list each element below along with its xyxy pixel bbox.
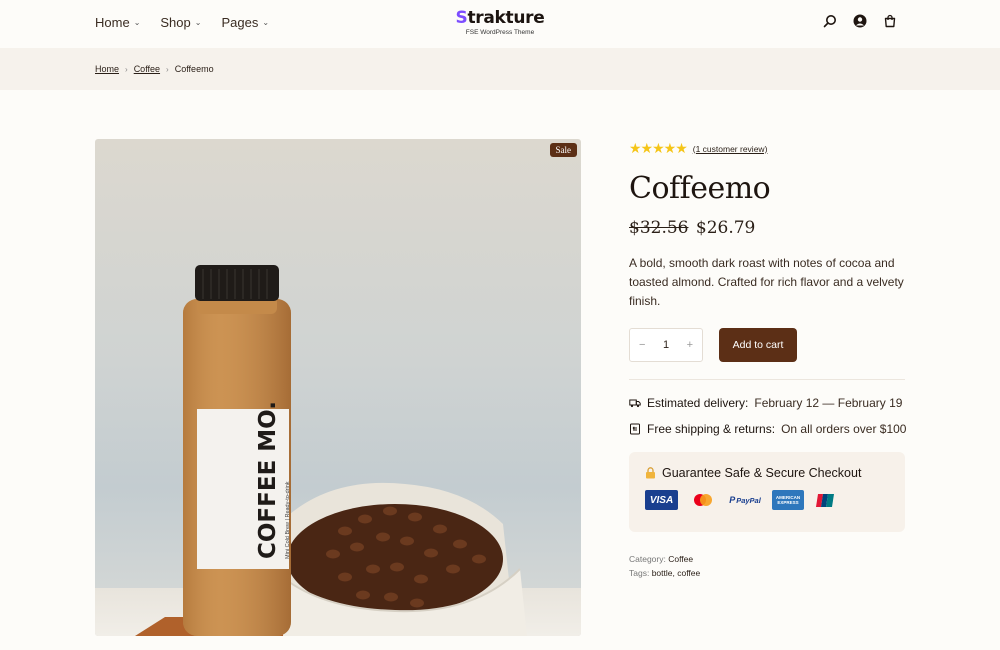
logo-name: trakture <box>467 8 545 28</box>
product-tags: Tags: bottle, coffee <box>629 566 909 580</box>
product-image[interactable]: COFFEE MO. Mini Cold Brew | Ready-to-dri… <box>95 139 581 636</box>
regular-price: $32.56 <box>629 218 689 238</box>
free-shipping: Free shipping & returns: On all orders o… <box>629 422 909 436</box>
breadcrumb-coffee[interactable]: Coffee <box>134 64 160 74</box>
product-description: A bold, smooth dark roast with notes of … <box>629 256 904 308</box>
quantity-stepper: − 1 + <box>629 328 703 362</box>
tags-links[interactable]: bottle, coffee <box>652 568 701 578</box>
paypal-text: PayPal <box>736 495 761 505</box>
guarantee-title: Guarantee Safe & Secure Checkout <box>662 466 862 480</box>
mastercard-icon <box>688 490 718 510</box>
estimated-delivery: Estimated delivery: February 12 — Februa… <box>629 396 909 410</box>
breadcrumb-home[interactable]: Home <box>95 64 119 74</box>
customer-review-link[interactable]: (1 customer review) <box>693 144 768 154</box>
category-link[interactable]: Coffee <box>668 554 693 564</box>
payment-methods: VISA P PayPal AMERICAN EXPRESS <box>645 490 889 510</box>
cart-icon[interactable] <box>883 14 897 28</box>
logo-initial: S <box>455 8 468 28</box>
sale-badge: Sale <box>549 143 577 157</box>
product-category: Category: Coffee <box>629 552 909 566</box>
chevron-right-icon: › <box>125 64 128 74</box>
shipping-value: On all orders over $100 <box>781 422 907 436</box>
breadcrumb: Home › Coffee › Coffeemo <box>95 64 214 74</box>
product-meta: Category: Coffee Tags: bottle, coffee <box>629 552 909 580</box>
bottle-brand-text: COFFEE MO. <box>255 401 281 559</box>
breadcrumb-bar: Home › Coffee › Coffeemo <box>0 48 1000 90</box>
guarantee-heading: Guarantee Safe & Secure Checkout <box>645 466 889 480</box>
visa-icon: VISA <box>645 490 678 510</box>
shipping-label: Free shipping & returns: <box>647 422 776 436</box>
delivery-value: February 12 — February 19 <box>754 396 903 410</box>
quantity-decrease-button[interactable]: − <box>639 339 645 351</box>
delivery-label: Estimated delivery: <box>647 396 749 410</box>
secure-checkout-box: Guarantee Safe & Secure Checkout VISA PP… <box>629 452 905 532</box>
truck-icon <box>629 399 641 408</box>
quantity-increase-button[interactable]: + <box>687 339 693 351</box>
bottle-tagline-text: Mini Cold Brew | Ready-to-drink <box>285 481 291 559</box>
quantity-input[interactable]: 1 <box>663 339 669 351</box>
unionpay-icon <box>814 490 836 510</box>
sale-price: $26.79 <box>695 218 756 238</box>
logo-tagline: FSE WordPress Theme <box>465 29 535 36</box>
star-rating-icon: ★★★★★ <box>629 140 688 156</box>
account-icon[interactable] <box>853 14 867 28</box>
coffee-bottle-illustration: COFFEE MO. Mini Cold Brew | Ready-to-dri… <box>135 265 527 636</box>
add-to-cart-row: − 1 + Add to cart <box>629 328 909 362</box>
header-icons <box>823 14 897 28</box>
breadcrumb-current: Coffeemo <box>174 64 214 74</box>
paypal-icon: P PayPal <box>729 495 761 505</box>
product-price: $32.56 $26.79 <box>629 218 909 238</box>
product-rating: ★★★★★ (1 customer review) <box>629 140 909 157</box>
category-label: Category: <box>629 554 666 564</box>
site-header: Home ⌄ Shop ⌄ Pages ⌄ Strakture FSE Word… <box>0 0 1000 48</box>
product-summary: ★★★★★ (1 customer review) Coffeemo $32.5… <box>629 140 909 580</box>
return-box-icon <box>630 423 640 435</box>
chevron-right-icon: › <box>166 64 169 74</box>
tags-label: Tags: <box>629 568 650 578</box>
lock-icon <box>646 467 655 479</box>
search-icon[interactable] <box>823 14 837 28</box>
divider <box>629 379 905 380</box>
product-title: Coffeemo <box>629 171 771 206</box>
amex-icon: AMERICAN EXPRESS <box>772 490 804 510</box>
add-to-cart-button[interactable]: Add to cart <box>719 328 797 362</box>
